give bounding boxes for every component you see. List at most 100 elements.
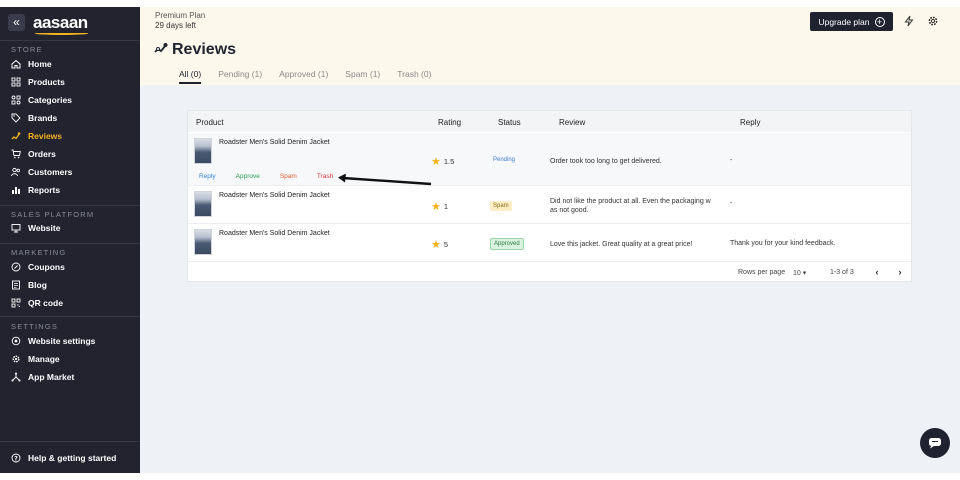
table-header: Product Rating Status Review Reply — [188, 111, 911, 132]
lightning-icon[interactable] — [902, 14, 916, 28]
product-name[interactable]: Roadster Men's Solid Denim Jacket — [219, 192, 330, 199]
rating: ★ 1.5 — [431, 156, 455, 168]
cart-icon — [11, 149, 21, 159]
column-status: Status — [498, 118, 521, 127]
sidebar-divider — [0, 441, 140, 442]
column-reply: Reply — [740, 118, 761, 127]
rating: ★ 5 — [431, 239, 449, 251]
top-bar: Premium Plan 29 days left Reviews All (0… — [140, 7, 960, 85]
sidebar-divider — [0, 316, 140, 317]
sidebar-item-customers[interactable]: Customers — [11, 165, 72, 179]
sidebar-item-orders[interactable]: Orders — [11, 147, 56, 161]
sidebar-item-reports[interactable]: Reports — [11, 183, 60, 197]
blog-icon — [11, 280, 21, 290]
table-row[interactable]: Roadster Men's Solid Denim Jacket ★ 1.5 P… — [188, 133, 911, 186]
page-title: Reviews — [172, 41, 237, 58]
review-tabs: All (0) Pending (1) Approved (1) Spam (1… — [179, 69, 448, 84]
sidebar-item-qr-code[interactable]: QR code — [11, 296, 63, 310]
reviews-icon — [154, 41, 168, 59]
sidebar-item-website-settings[interactable]: Website settings — [11, 334, 95, 348]
rows-per-page-label: Rows per page — [738, 269, 786, 276]
star-icon: ★ — [431, 239, 441, 251]
trash-action[interactable]: Trash — [317, 173, 333, 180]
help-link[interactable]: ? Help & getting started — [11, 451, 116, 465]
tab-pending[interactable]: Pending (1) — [218, 69, 262, 84]
help-icon: ? — [11, 453, 21, 463]
status-badge: Pending — [493, 157, 516, 163]
status-badge: Spam — [490, 201, 512, 211]
sidebar-item-reviews[interactable]: Reviews — [11, 129, 62, 143]
monitor-icon — [11, 223, 21, 233]
column-rating: Rating — [438, 118, 462, 127]
product-name[interactable]: Roadster Men's Solid Denim Jacket — [219, 230, 330, 237]
sidebar-header: « aasaan — [8, 12, 88, 35]
star-icon: ★ — [431, 201, 441, 213]
sidebar-item-blog[interactable]: Blog — [11, 278, 47, 292]
reply-action[interactable]: Reply — [199, 173, 216, 180]
rows-per-page-select[interactable]: 10 ▾ — [793, 269, 806, 277]
page-title-group: Reviews — [154, 41, 236, 59]
star-icon: ★ — [431, 156, 441, 168]
column-review: Review — [559, 118, 586, 127]
tab-spam[interactable]: Spam (1) — [345, 69, 380, 84]
bar-chart-icon — [11, 185, 21, 195]
sidebar-item-categories[interactable]: Categories — [11, 93, 72, 107]
upgrade-plan-button[interactable]: Upgrade plan + — [810, 12, 893, 31]
review-text: Love this jacket. Great quality at a gre… — [550, 241, 693, 248]
sidebar-divider — [0, 243, 140, 244]
sidebar-item-website[interactable]: Website — [11, 221, 60, 235]
collapse-sidebar-button[interactable]: « — [8, 13, 25, 31]
plus-circle-icon: + — [874, 16, 885, 27]
sidebar-item-coupons[interactable]: Coupons — [11, 260, 65, 274]
column-product: Product — [196, 118, 224, 127]
plan-days-left: 29 days left — [155, 21, 196, 30]
table-row[interactable]: Roadster Men's Solid Denim Jacket ★ 5 App… — [188, 224, 911, 262]
caret-down-icon: ▾ — [802, 270, 807, 277]
status-badge: Approved — [490, 238, 524, 250]
approve-action[interactable]: Approve — [236, 173, 260, 180]
sidebar-item-home[interactable]: Home — [11, 57, 52, 71]
product-name[interactable]: Roadster Men's Solid Denim Jacket — [219, 139, 330, 146]
reviews-table: Product Rating Status Review Reply Roads… — [187, 110, 912, 282]
tab-all[interactable]: All (0) — [179, 69, 202, 84]
sidebar-item-app-market[interactable]: App Market — [11, 370, 74, 384]
logo[interactable]: aasaan — [33, 14, 88, 35]
prev-page-button[interactable]: ‹ — [871, 266, 883, 278]
chat-icon — [929, 438, 941, 449]
table-row[interactable]: Roadster Men's Solid Denim Jacket ★ 1 Spa… — [188, 186, 911, 224]
tab-approved[interactable]: Approved (1) — [279, 69, 328, 84]
row-actions: Reply Approve Spam Trash — [199, 173, 353, 180]
product-thumbnail — [194, 229, 212, 255]
categories-icon — [11, 95, 21, 105]
gear-icon — [11, 354, 21, 364]
sidebar-item-products[interactable]: Products — [11, 75, 65, 89]
logo-swoosh — [35, 32, 88, 35]
apps-icon — [11, 372, 21, 382]
section-settings: SETTINGS — [11, 322, 59, 331]
section-sales-platform: SALES PLATFORM — [11, 210, 95, 219]
settings-gear-icon[interactable] — [926, 14, 940, 28]
svg-text:?: ? — [14, 455, 18, 462]
settings-icon — [11, 336, 21, 346]
sidebar-item-brands[interactable]: Brands — [11, 111, 57, 125]
spam-action[interactable]: Spam — [280, 173, 297, 180]
annotation-arrow-icon — [338, 174, 432, 186]
tag-icon — [11, 113, 21, 123]
reply-text: - — [730, 200, 733, 207]
table-pagination: Rows per page 10 ▾ 1-3 of 3 ‹ › — [188, 265, 911, 281]
plan-name: Premium Plan — [155, 11, 206, 20]
section-store: STORE — [11, 45, 43, 54]
qr-icon — [11, 298, 21, 308]
sidebar-divider — [0, 205, 140, 206]
next-page-button[interactable]: › — [894, 266, 906, 278]
tab-trash[interactable]: Trash (0) — [397, 69, 431, 84]
reviews-icon — [11, 131, 21, 141]
review-text: Order took too long to get delivered. — [550, 158, 662, 165]
home-icon — [11, 59, 21, 69]
page-range: 1-3 of 3 — [830, 269, 854, 276]
product-thumbnail — [194, 138, 212, 164]
chat-launcher-button[interactable] — [920, 428, 950, 458]
sidebar: « aasaan STORE Home Products Categories … — [0, 7, 140, 473]
sidebar-item-manage[interactable]: Manage — [11, 352, 60, 366]
rating: ★ 1 — [431, 201, 449, 213]
